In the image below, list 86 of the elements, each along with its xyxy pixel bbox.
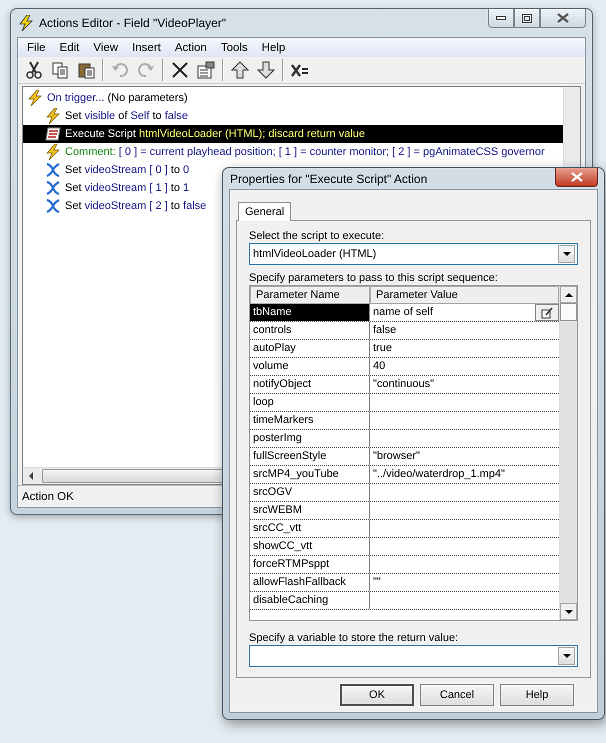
menu-item[interactable]: File bbox=[20, 42, 53, 54]
menu-item[interactable]: Edit bbox=[52, 42, 86, 54]
maximize-icon bbox=[522, 14, 532, 22]
close-icon bbox=[570, 172, 582, 182]
down-arrow-icon bbox=[564, 610, 572, 614]
table-cell[interactable]: srcMP4_youTube bbox=[250, 466, 370, 483]
table-cell[interactable]: allowFlashFallback bbox=[250, 574, 370, 591]
dialog-button[interactable]: OK bbox=[340, 684, 414, 706]
table-cell[interactable]: name of self bbox=[373, 304, 433, 321]
field-label: Specify a variable to store the return value: bbox=[249, 631, 460, 645]
close-button[interactable] bbox=[540, 9, 586, 28]
close-button[interactable] bbox=[555, 168, 598, 187]
redo-icon bbox=[137, 61, 155, 79]
down-arrow-icon bbox=[257, 61, 275, 79]
action-text[interactable]: On trigger... (No parameters) bbox=[47, 92, 188, 104]
vertical-scrollbar[interactable] bbox=[559, 286, 577, 620]
table-cell[interactable]: srcCC_vtt bbox=[250, 520, 370, 537]
x-icon bbox=[45, 162, 61, 178]
dialog-button[interactable]: Cancel bbox=[420, 684, 494, 706]
x-icon bbox=[45, 180, 61, 196]
table-cell[interactable]: srcOGV bbox=[250, 484, 370, 501]
table-cell[interactable]: "" bbox=[373, 574, 381, 591]
table-cell[interactable]: posterImg bbox=[250, 430, 370, 447]
action-text[interactable]: Set visible of Self to false bbox=[65, 110, 188, 122]
table-cell[interactable]: srcWEBM bbox=[250, 502, 370, 519]
table-cell[interactable]: loop bbox=[250, 394, 370, 411]
table-cell[interactable]: notifyObject bbox=[250, 376, 370, 393]
table-cell[interactable]: disableCaching bbox=[250, 592, 370, 609]
menu-item[interactable]: Insert bbox=[125, 42, 168, 54]
table-cell[interactable]: showCC_vtt bbox=[250, 538, 370, 555]
field-label: Specify parameters to pass to this script sequence: bbox=[249, 271, 499, 285]
dialog-title: Properties for "Execute Script" Action bbox=[230, 172, 428, 186]
field-label: Select the script to execute: bbox=[249, 229, 386, 243]
lightning-icon bbox=[19, 15, 33, 31]
dialog-button[interactable]: Help bbox=[500, 684, 574, 706]
close-icon bbox=[557, 13, 569, 23]
clipboard-icon bbox=[77, 61, 95, 79]
table-cell[interactable]: "browser" bbox=[373, 448, 420, 465]
x-icon bbox=[45, 198, 61, 214]
menu-item[interactable]: Tools bbox=[214, 42, 255, 54]
copy-icon bbox=[51, 61, 69, 79]
variable-dropdown[interactable] bbox=[249, 645, 578, 667]
table-cell[interactable]: autoPlay bbox=[250, 340, 370, 357]
table-cell[interactable]: tbName bbox=[250, 304, 370, 321]
up-arrow-icon bbox=[564, 292, 572, 296]
status-text: Action OK bbox=[22, 490, 74, 502]
edit-button[interactable] bbox=[535, 304, 559, 321]
table-cell[interactable]: false bbox=[373, 322, 396, 339]
dropdown-arrow-icon bbox=[562, 252, 570, 256]
action-text[interactable]: Set videoStream [ 0 ] to 0 bbox=[65, 164, 190, 176]
up-arrow-icon bbox=[231, 61, 249, 79]
menu-item[interactable]: Action bbox=[168, 42, 214, 54]
maximize-button[interactable] bbox=[514, 9, 540, 28]
table-cell[interactable]: true bbox=[373, 340, 392, 357]
lightning-icon bbox=[45, 108, 61, 124]
menu-item[interactable]: Help bbox=[254, 42, 292, 54]
action-text[interactable]: Set videoStream [ 2 ] to false bbox=[65, 200, 206, 212]
minimize-button[interactable] bbox=[488, 9, 514, 28]
table-cell[interactable]: 40 bbox=[373, 358, 386, 375]
script-dropdown[interactable]: htmlVideoLoader (HTML) bbox=[249, 243, 578, 265]
action-text[interactable]: Set videoStream [ 1 ] to 1 bbox=[65, 182, 190, 194]
scroll-icon bbox=[45, 126, 61, 142]
table-cell[interactable]: volume bbox=[250, 358, 370, 375]
dropdown-arrow-icon bbox=[562, 654, 570, 658]
lightning-icon bbox=[27, 90, 43, 106]
pencil-icon bbox=[541, 306, 553, 318]
properties-icon bbox=[197, 61, 215, 79]
delete-icon bbox=[171, 61, 189, 79]
tab[interactable]: General bbox=[238, 202, 292, 221]
table-cell[interactable]: "continuous" bbox=[373, 376, 434, 393]
table-cell[interactable]: controls bbox=[250, 322, 370, 339]
menu-item[interactable]: View bbox=[86, 42, 126, 54]
left-arrow-icon bbox=[28, 472, 34, 480]
lightning-icon bbox=[45, 144, 61, 160]
action-text[interactable]: Comment: [ 0 ] = current playhead position; [ 1 ] = counter monitor; [ 2 ] = pgAnimateCSS governor bbox=[65, 146, 545, 158]
minimize-icon bbox=[496, 16, 506, 20]
scroll-thumb[interactable] bbox=[560, 303, 577, 321]
table-cell[interactable]: fullScreenStyle bbox=[250, 448, 370, 465]
window-title: Actions Editor - Field "VideoPlayer" bbox=[39, 16, 226, 30]
table-cell[interactable]: forceRTMPsppt bbox=[250, 556, 370, 573]
undo-icon bbox=[111, 61, 129, 79]
table-cell[interactable]: timeMarkers bbox=[250, 412, 370, 429]
column-header[interactable]: Parameter Value bbox=[370, 286, 559, 304]
column-header[interactable]: Parameter Name bbox=[250, 286, 370, 304]
table-cell[interactable]: "../video/waterdrop_1.mp4" bbox=[373, 466, 505, 483]
scissors-icon bbox=[25, 61, 43, 79]
